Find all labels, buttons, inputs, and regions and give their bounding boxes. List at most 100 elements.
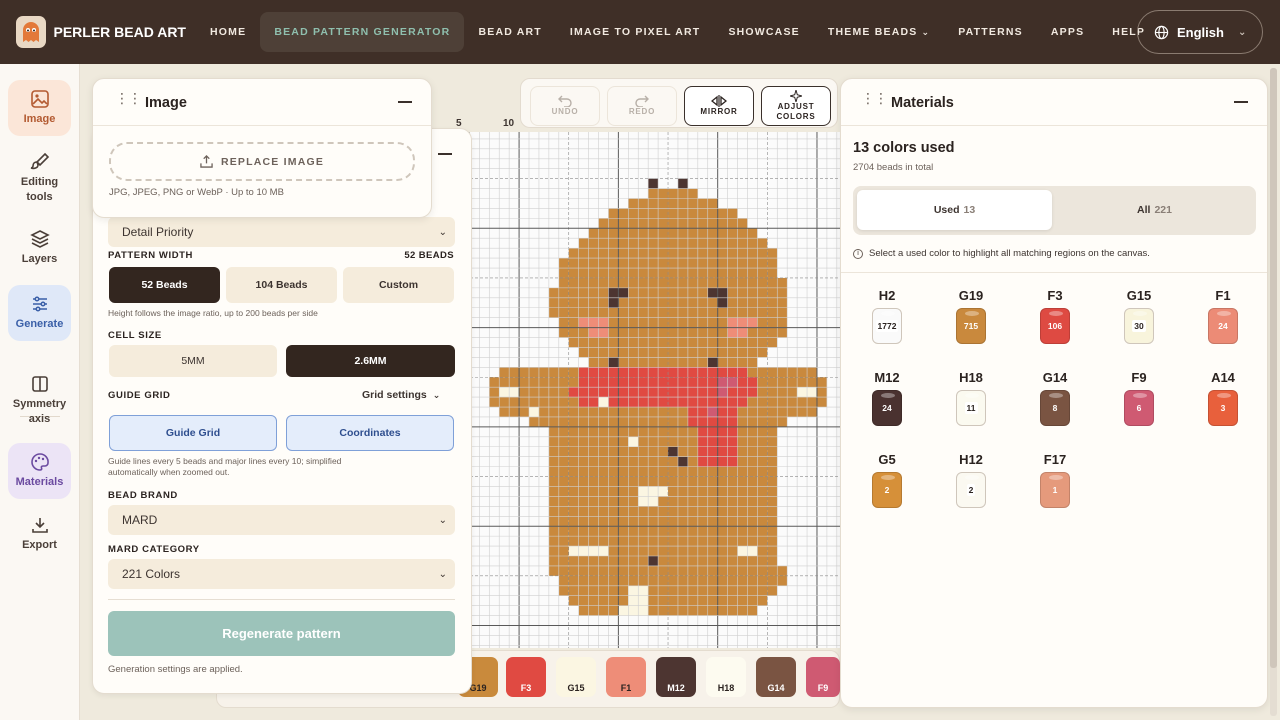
bead-cell [727,426,738,437]
bead-cell [588,526,599,537]
bead-cell [598,546,609,556]
regenerate-button[interactable]: Regenerate pattern [108,611,455,656]
bead-color-item[interactable]: G15 30 [1109,288,1169,344]
bead-color-item[interactable]: F1 24 [1193,288,1253,344]
pattern-canvas[interactable] [460,132,840,648]
bead-cell [687,595,698,606]
language-selector[interactable]: English ⌄ [1137,10,1263,54]
bead-cell [648,218,659,229]
tab-used[interactable]: Used 13 [857,190,1052,230]
strip-color-chip[interactable]: M12 [656,657,696,697]
width-104-button[interactable]: 104 Beads [226,267,337,303]
nav-home[interactable]: HOME [196,12,260,52]
bead-color-item[interactable]: G5 2 [857,452,917,508]
category-select[interactable]: 221 Colors ⌄ [108,559,455,589]
nav-bead-art[interactable]: BEAD ART [464,12,555,52]
minimize-icon[interactable] [1234,101,1248,103]
drag-handle-icon[interactable]: ⋮⋮ [861,91,888,105]
bead-color-item[interactable]: H2 1772 [857,288,917,344]
nav-patterns[interactable]: PATTERNS [944,12,1037,52]
bead-color-item[interactable]: A14 3 [1193,370,1253,426]
mirror-button[interactable]: MIRROR [684,86,754,126]
bead-cell [697,317,708,328]
bead-cell [757,307,768,318]
nav-showcase[interactable]: SHOWCASE [714,12,813,52]
strip-color-chip[interactable]: F9 [806,657,840,697]
bead-cell [668,546,678,556]
bead-cell [568,516,579,527]
bead-cell [707,258,718,269]
bead-cell [558,565,569,576]
guide-grid-toggle[interactable]: Guide Grid [109,415,277,451]
width-custom-button[interactable]: Custom [343,267,454,303]
strip-color-chip[interactable]: F1 [606,657,646,697]
bead-cell [767,337,778,348]
replace-image-button[interactable]: REPLACE IMAGE [109,142,415,181]
undo-button[interactable]: UNDO [530,86,600,126]
cell-size-2-6mm-button[interactable]: 2.6MM [286,345,455,377]
bead-cell [648,357,659,368]
bead-cell [687,407,698,417]
nav-theme-beads[interactable]: THEME BEADS ⌄ [814,12,944,52]
strip-color-chip[interactable]: H18 [706,657,746,697]
bead-cell [568,387,579,398]
grid-settings-button[interactable]: Grid settings ⌄ [362,389,440,401]
minimize-icon[interactable] [398,101,412,103]
bead-color-item[interactable]: G14 8 [1025,370,1085,426]
sidebar-item-materials[interactable]: Materials [8,443,71,499]
bead-color-item[interactable]: F9 6 [1109,370,1169,426]
bead-color-item[interactable]: M12 24 [857,370,917,426]
bead-color-item[interactable]: H12 2 [941,452,1001,508]
bead-color-item[interactable]: H18 11 [941,370,1001,426]
nav-bead-pattern-generator[interactable]: BEAD PATTERN GENERATOR [260,12,465,52]
bead-cell [687,506,698,517]
bead-cell [707,228,718,239]
sidebar-item-export[interactable]: Export [8,506,71,562]
sidebar-item-layers[interactable]: Layers [8,220,71,276]
bead-color-item[interactable]: F3 106 [1025,288,1085,344]
bead-cell [697,546,708,556]
nav-image-to-pixel-art[interactable]: IMAGE TO PIXEL ART [556,12,715,52]
bead-cell [697,198,708,209]
bead-grid[interactable] [460,132,840,648]
adjust-colors-button[interactable]: ADJUST COLORS [761,86,831,126]
minimize-icon[interactable] [438,153,452,155]
tab-all[interactable]: All 221 [1057,190,1252,230]
scrollbar-thumb[interactable] [1270,68,1277,668]
cell-size-5mm-button[interactable]: 5MM [109,345,277,377]
generation-mode-select[interactable]: Detail Priority ⌄ [108,217,455,247]
bead-cell [787,377,798,388]
sidebar-item-image[interactable]: Image [8,80,71,136]
nav-apps[interactable]: APPS [1037,12,1098,52]
bead-cell [687,357,698,368]
width-52-button[interactable]: 52 Beads [109,267,220,303]
sidebar-item-editing-tools[interactable]: Editing tools [8,146,71,210]
coordinates-toggle[interactable]: Coordinates [286,415,454,451]
bead-cell [668,436,678,447]
bead-cell [648,456,659,467]
bead-cell [548,407,559,417]
drag-handle-icon[interactable]: ⋮⋮ [115,91,142,105]
bead-cell [737,357,748,368]
bead-cell [638,337,649,348]
bead-color-item[interactable]: G19 715 [941,288,1001,344]
strip-color-chip[interactable]: G14 [756,657,796,697]
bead-cell [707,446,718,457]
bead-brand-select[interactable]: MARD ⌄ [108,505,455,535]
bead-cell [628,297,639,308]
strip-color-chip[interactable]: G15 [556,657,596,697]
bead-color-item[interactable]: F17 1 [1025,452,1085,508]
bead-cell [677,466,688,477]
bead-cell [677,208,688,219]
bead-cell [548,426,559,437]
bead-cell [618,397,629,408]
redo-button[interactable]: REDO [607,86,677,126]
bead-cell [588,277,599,288]
sidebar-item-symmetry-axis[interactable]: Symmetry axis [8,368,71,432]
bead-cell [648,496,659,507]
bead-cell [548,506,559,517]
bead-cell [598,466,609,477]
sidebar-item-generate[interactable]: Generate [8,285,71,341]
logo[interactable]: PERLER BEAD ART [16,16,186,48]
strip-color-chip[interactable]: F3 [506,657,546,697]
